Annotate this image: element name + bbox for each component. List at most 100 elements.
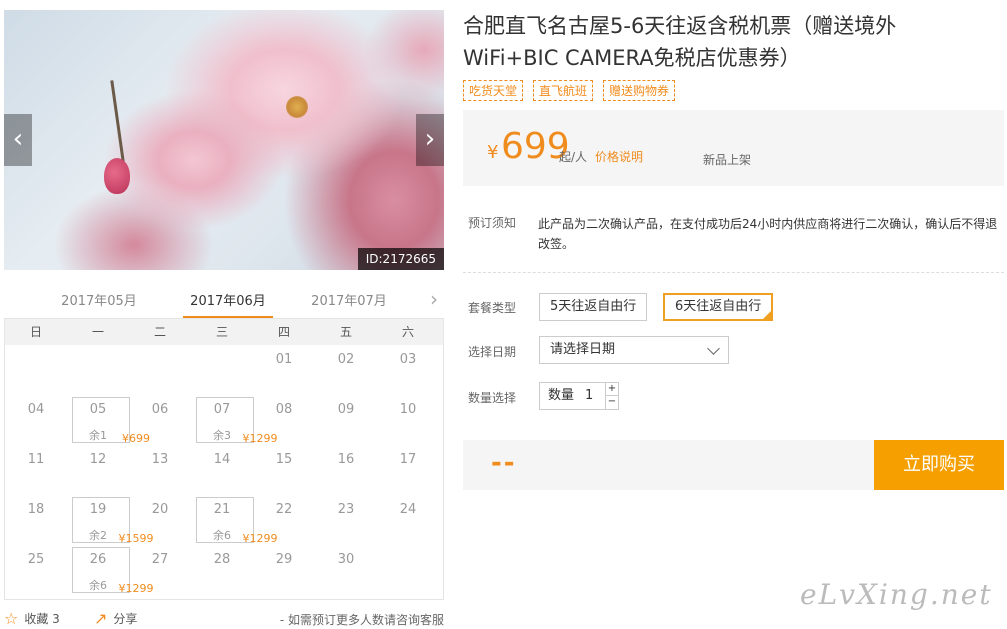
day-number: 20 xyxy=(151,502,169,517)
month-tab-current[interactable]: 2017年06月 xyxy=(183,290,273,319)
day-number: 07 xyxy=(213,402,231,417)
calendar-day-available[interactable]: 21 ¥1299 余6 xyxy=(191,495,278,545)
price-box: ¥ 699 起/人 价格说明 新品上架 xyxy=(463,110,1004,186)
quantity-decrease-button[interactable]: − xyxy=(605,396,618,409)
calendar-day: 04 xyxy=(5,395,67,445)
weekday-header: 日一二三四五六 xyxy=(5,319,443,345)
buy-bar: -- 立即购买 xyxy=(463,440,1004,490)
calendar-day xyxy=(129,345,191,395)
calendar-week: 01 02 03 xyxy=(5,345,443,395)
day-number: 15 xyxy=(275,452,293,467)
calendar-day: 22 xyxy=(253,495,315,545)
weekday-label: 二 xyxy=(153,325,166,339)
date-select-value: 请选择日期 xyxy=(550,342,616,357)
tag-list: 吃货天堂 直飞航班 赠送购物券 xyxy=(463,80,676,101)
calendar-day: 25 xyxy=(5,545,67,595)
bottom-actions: ☆ 收藏 3 ↗ 分享 - 如需预订更多人数请咨询客服 xyxy=(4,607,444,629)
calendar-day xyxy=(67,345,129,395)
month-tab-next[interactable]: 2017年07月 xyxy=(304,290,394,309)
calendar-day-available[interactable]: 26 ¥1299 余6 xyxy=(67,545,154,595)
calendar: 日 一 二 三 四 五 六 01 02 03 04 05 ¥699 余1 06 07 ¥1299 余3 08 09 1… xyxy=(4,318,444,600)
day-number: 16 xyxy=(337,452,355,467)
day-remaining: 余1 xyxy=(89,429,107,442)
new-item-label: 新品上架 xyxy=(703,153,752,167)
day-number: 06 xyxy=(151,402,169,417)
day-number: 26 xyxy=(89,552,107,567)
tag: 直飞航班 xyxy=(533,80,594,101)
day-number: 29 xyxy=(275,552,293,567)
gallery-next-button[interactable]: › xyxy=(416,114,444,166)
day-number: 27 xyxy=(151,552,169,567)
day-number: 28 xyxy=(213,552,231,567)
product-title: 合肥直飞名古屋5-6天往返含税机票（赠送境外WiFi+BIC CAMERA免税店… xyxy=(463,14,897,70)
favorite-label: 收藏 3 xyxy=(24,612,60,626)
share-button[interactable]: ↗ 分享 xyxy=(94,609,137,628)
calendar-day: 08 xyxy=(253,395,315,445)
product-photo[interactable] xyxy=(4,10,444,270)
package-option[interactable]: 5天往返自由行 xyxy=(539,293,648,321)
quantity-stepper: 数量 1 + − xyxy=(539,382,619,410)
notice-label: 预订须知 xyxy=(468,216,517,230)
photo-id-badge: ID:2172665 xyxy=(357,248,444,270)
calendar-grid: 01 02 03 04 05 ¥699 余1 06 07 ¥1299 余3 08 09 10 11 12 13 1… xyxy=(5,345,443,595)
notice-text: 此产品为二次确认产品，在支付成功后24小时内供应商将进行二次确认，确认后不得退改… xyxy=(538,217,998,251)
weekday-label: 六 xyxy=(401,325,414,339)
consult-note[interactable]: - 如需预订更多人数请咨询客服 xyxy=(280,611,444,628)
quantity-text: 数量 xyxy=(548,388,575,403)
day-remaining: 余6 xyxy=(213,529,231,542)
currency-symbol: ¥ xyxy=(487,142,499,163)
calendar-day: 28 xyxy=(191,545,253,595)
day-number: 04 xyxy=(27,402,45,417)
buy-now-button[interactable]: 立即购买 xyxy=(874,440,1004,490)
month-tabs: 2017年05月 2017年06月 2017年07月 › xyxy=(4,282,444,319)
calendar-day: 20 xyxy=(129,495,191,545)
calendar-week: 18 19 ¥1599 余2 20 21 ¥1299 余6 22 23 24 xyxy=(5,495,443,545)
weekday-label: 五 xyxy=(339,325,352,339)
calendar-day-available[interactable]: 19 ¥1599 余2 xyxy=(67,495,154,545)
day-number: 18 xyxy=(27,502,45,517)
day-number: 03 xyxy=(399,352,417,367)
day-number: 12 xyxy=(89,452,107,467)
gallery-prev-button[interactable]: ‹ xyxy=(4,114,32,166)
month-tab-prev[interactable]: 2017年05月 xyxy=(54,290,144,309)
calendar-day: 02 xyxy=(315,345,377,395)
calendar-day: 27 xyxy=(129,545,191,595)
share-label: 分享 xyxy=(113,612,138,626)
calendar-day: 15 xyxy=(253,445,315,495)
calendar-day: 12 xyxy=(67,445,129,495)
calendar-day: 23 xyxy=(315,495,377,545)
day-number: 11 xyxy=(27,452,45,467)
date-select[interactable]: 请选择日期 xyxy=(539,336,729,364)
calendar-day: 30 xyxy=(315,545,377,595)
day-number: 19 xyxy=(89,502,107,517)
weekday-label: 四 xyxy=(277,325,290,339)
day-number: 25 xyxy=(27,552,45,567)
quantity-increase-button[interactable]: + xyxy=(605,383,618,396)
package-label: 套餐类型 xyxy=(468,301,517,315)
calendar-day: 11 xyxy=(5,445,67,495)
calendar-day: 29 xyxy=(253,545,315,595)
photo-bud xyxy=(104,158,130,194)
price-note-link[interactable]: 价格说明 xyxy=(595,148,643,165)
favorite-button[interactable]: ☆ 收藏 3 xyxy=(4,609,60,628)
calendar-day-available[interactable]: 05 ¥699 余1 xyxy=(67,395,150,445)
day-number: 22 xyxy=(275,502,293,517)
photo-stamen xyxy=(286,96,308,118)
calendar-day: 10 xyxy=(377,395,439,445)
calendar-day: 03 xyxy=(377,345,439,395)
package-option-selected[interactable]: 6天往返自由行 xyxy=(663,293,774,321)
day-remaining: 余3 xyxy=(213,429,231,442)
day-number: 13 xyxy=(151,452,169,467)
chevron-right-icon[interactable]: › xyxy=(430,287,438,311)
calendar-day xyxy=(377,545,439,595)
calendar-week: 11 12 13 14 15 16 17 xyxy=(5,445,443,495)
day-number: 08 xyxy=(275,402,293,417)
quantity-value[interactable]: 1 xyxy=(585,383,593,409)
calendar-day: 14 xyxy=(191,445,253,495)
day-number: 02 xyxy=(337,352,355,367)
tag: 吃货天堂 xyxy=(463,80,524,101)
share-icon: ↗ xyxy=(94,609,108,628)
calendar-day-available[interactable]: 07 ¥1299 余3 xyxy=(191,395,278,445)
calendar-day: 18 xyxy=(5,495,67,545)
calendar-day: 24 xyxy=(377,495,439,545)
